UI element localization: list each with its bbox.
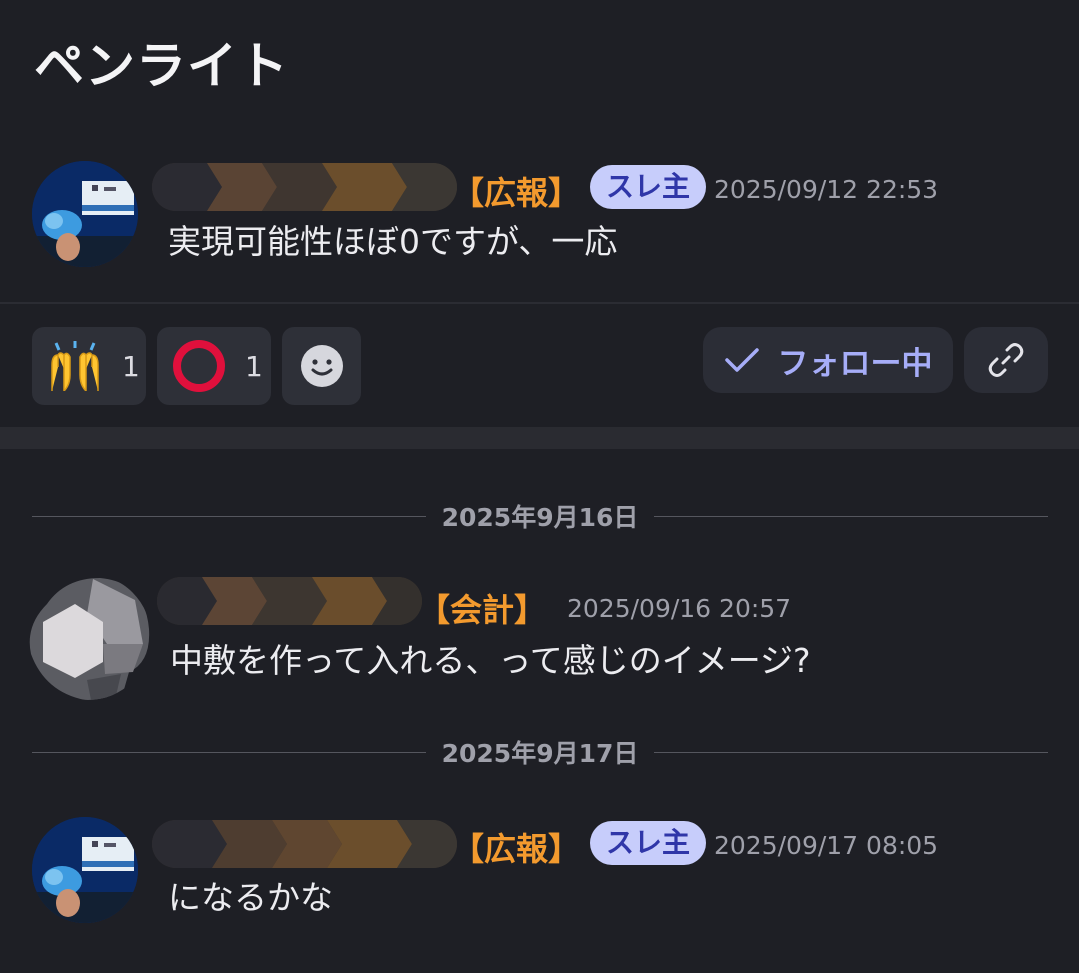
thread-owner-badge: スレ主 (590, 821, 707, 865)
post-message: 中敷を作って入れる、って感じのイメージ? (170, 641, 811, 680)
thread-owner-badge: スレ主 (590, 165, 707, 209)
post-timestamp: 2025/09/17 08:05 (714, 831, 939, 860)
add-reaction-button[interactable] (282, 327, 361, 405)
avatar[interactable] (25, 574, 151, 700)
red-circle-icon (171, 338, 227, 394)
avatar[interactable] (32, 161, 138, 267)
check-icon (724, 346, 760, 374)
username-redacted[interactable] (152, 163, 457, 211)
post-message: になるかな (168, 878, 333, 917)
follow-label: フォロー中 (777, 345, 933, 382)
post-message: 実現可能性ほぼ0ですが、一応 (168, 222, 618, 261)
date-separator: 2025年9月16日 (32, 496, 1048, 536)
avatar[interactable] (32, 817, 138, 923)
add-reaction-icon (299, 343, 345, 389)
section-separator (0, 427, 1079, 449)
post-timestamp: 2025/09/16 20:57 (567, 594, 792, 623)
thread-page: ペンライト 【広報】 スレ主 2025/09/12 22:53 実現可能性ほぼ0… (0, 0, 1079, 973)
separator-line (654, 516, 1048, 517)
separator-line (654, 752, 1048, 753)
user-role-label: 【会計】 (418, 591, 547, 629)
divider (0, 302, 1079, 304)
user-role-label: 【広報】 (452, 174, 581, 212)
reaction-count: 1 (122, 349, 140, 383)
link-icon (986, 340, 1026, 380)
post-timestamp: 2025/09/12 22:53 (714, 175, 939, 204)
follow-button[interactable]: フォロー中 (703, 327, 953, 393)
page-title: ペンライト (34, 37, 289, 95)
action-bar: 1 1 フォロー中 (0, 305, 1079, 427)
raising-hands-icon (46, 341, 104, 391)
reaction-raising-hands[interactable]: 1 (32, 327, 146, 405)
reaction-count: 1 (245, 349, 263, 383)
username-redacted[interactable] (157, 577, 422, 625)
reaction-red-circle[interactable]: 1 (157, 327, 271, 405)
user-role-label: 【広報】 (452, 830, 581, 868)
date-separator: 2025年9月17日 (32, 732, 1048, 772)
username-redacted[interactable] (152, 820, 457, 868)
copy-link-button[interactable] (964, 327, 1048, 393)
